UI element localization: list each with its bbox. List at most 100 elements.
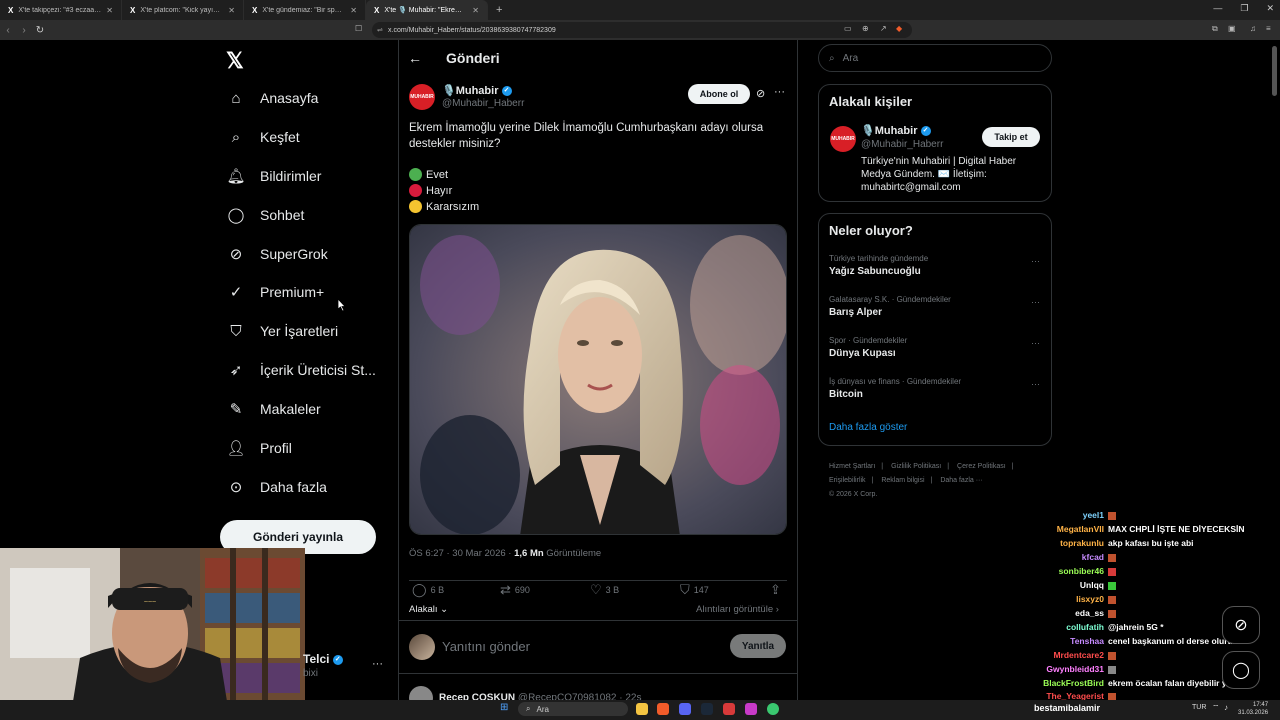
verified-badge-icon: ✓ xyxy=(920,126,931,137)
related-avatar[interactable]: MUHABIR xyxy=(830,126,856,152)
repost-action[interactable]: ⇄ 690 xyxy=(500,582,530,598)
nav-notifications[interactable]: 🔔︎ Bildirimler xyxy=(226,164,321,188)
back-arrow-icon[interactable]: ← xyxy=(408,50,422,66)
trend-item[interactable]: Galatasaray S.K. · Gündemdekiler Barış Al… xyxy=(829,295,1044,318)
reply-input[interactable]: Yanıtını gönder xyxy=(442,639,530,654)
author-handle[interactable]: @Muhabir_Haberr xyxy=(442,98,524,109)
trend-item[interactable]: Spor · Gündemdekiler Dünya Kupası ··· xyxy=(829,336,1044,359)
account-name[interactable]: Telci ✓ xyxy=(303,652,343,666)
footer-link[interactable]: Reklam bilgisi xyxy=(881,477,924,484)
screen-icon[interactable]: ▭ xyxy=(844,24,852,33)
media-icon[interactable]: ♫ xyxy=(1250,24,1256,33)
trend-item[interactable]: İş dünyası ve finans · Gündemdekiler Bitc… xyxy=(829,377,1044,400)
x-logo-icon: X xyxy=(130,5,136,15)
footer-link[interactable]: Gizlilik Politikası xyxy=(891,463,941,470)
author-avatar[interactable]: MUHABIR xyxy=(409,84,435,110)
account-handle: bixi xyxy=(303,668,319,679)
close-icon[interactable]: ✕ xyxy=(228,6,235,15)
sort-dropdown[interactable]: Alakalı ⌄ xyxy=(409,604,448,615)
grok-fab-button[interactable]: ⊘ xyxy=(1222,606,1260,644)
extension-icon[interactable]: ⧉ xyxy=(1212,24,1218,34)
share-action[interactable]: ⇪ xyxy=(770,582,781,598)
like-action[interactable]: ♡ 3 B xyxy=(590,582,619,598)
search-icon: ⌕ xyxy=(231,128,241,146)
nav-profile[interactable]: 👤︎ Profil xyxy=(226,436,291,460)
browser-tab-active[interactable]: XX'te 🎙️ Muhabir: "Ekrem İmamoğ…✕ xyxy=(366,0,488,20)
nav-articles[interactable]: ✎ Makaleler xyxy=(226,397,321,421)
trend-item[interactable]: Türkiye tarihinde gündemde Yağız Sabuncuo… xyxy=(829,254,1044,277)
new-tab-button[interactable]: + xyxy=(488,4,510,16)
reply-action[interactable]: ◯ 6 B xyxy=(412,582,444,598)
bookmark-action[interactable]: ⛉ 147 xyxy=(680,582,709,598)
footer-link[interactable]: Daha fazla ··· xyxy=(940,477,982,484)
post-image[interactable] xyxy=(409,224,787,535)
windows-start-icon[interactable]: ⊞ xyxy=(500,702,508,713)
streamer-name: bestamibalamir xyxy=(1034,703,1101,713)
more-options-icon[interactable]: ··· xyxy=(1031,297,1040,307)
back-nav-icon[interactable]: ‹ xyxy=(0,25,16,36)
emote-icon xyxy=(1108,609,1116,618)
follow-button[interactable]: Takip et xyxy=(982,127,1040,147)
account-more-icon[interactable]: ··· xyxy=(372,658,383,670)
close-icon[interactable]: ✕ xyxy=(106,6,113,15)
related-handle[interactable]: @Muhabir_Haberr xyxy=(861,139,943,150)
browser-tab[interactable]: XX'te gündemiaz: "Bir spor salonu zinc…✕ xyxy=(244,0,366,20)
taskbar-search[interactable]: ⌕ Ara xyxy=(518,702,628,716)
related-name[interactable]: 🎙️Muhabir ✓ xyxy=(861,124,931,137)
taskbar-clock[interactable]: 17:47 31.03.2026 xyxy=(1238,701,1268,717)
brave-browser-icon[interactable] xyxy=(657,703,669,715)
author-name[interactable]: 🎙️Muhabir ✓ xyxy=(442,84,512,97)
close-icon[interactable]: ✕ xyxy=(472,6,479,15)
nav-more[interactable]: ⊙ Daha fazla xyxy=(226,475,327,499)
forward-nav-icon[interactable]: › xyxy=(16,25,32,36)
file-explorer-icon[interactable] xyxy=(636,703,648,715)
zoom-icon[interactable]: ⊕ xyxy=(862,24,869,33)
share-icon[interactable]: ↗ xyxy=(880,24,887,33)
subscribe-button[interactable]: Abone ol xyxy=(688,84,750,104)
browser-tab[interactable]: XX'te takipçezi: "#3 eczaagurozel (Ö…✕ xyxy=(0,0,122,20)
nav-explore[interactable]: ⌕ Keşfet xyxy=(226,125,300,149)
volume-icon[interactable]: ♪ xyxy=(1224,703,1228,712)
footer-link[interactable]: Hizmet Şartları xyxy=(829,463,875,470)
show-more-link[interactable]: Daha fazla göster xyxy=(829,422,907,433)
wallet-icon[interactable]: ▣ xyxy=(1228,24,1236,33)
bookmark-page-icon[interactable]: ☐ xyxy=(355,24,362,33)
nav-chat[interactable]: ◯ Sohbet xyxy=(226,203,305,227)
more-options-icon[interactable]: ··· xyxy=(1031,256,1040,266)
menu-icon[interactable]: ≡ xyxy=(1266,24,1271,33)
trends-card: Neler oluyor? xyxy=(818,213,1052,446)
close-window-icon[interactable]: ✕ xyxy=(1266,3,1274,14)
close-icon[interactable]: ✕ xyxy=(350,6,357,15)
minimize-icon[interactable]: — xyxy=(1213,3,1222,14)
app-icon[interactable] xyxy=(767,703,779,715)
app-icon[interactable] xyxy=(723,703,735,715)
view-quotes-link[interactable]: Alıntıları görüntüle › xyxy=(696,604,779,615)
x-logo-icon[interactable]: 𝕏 xyxy=(226,48,244,74)
search-input[interactable]: ⌕ Ara xyxy=(818,44,1052,72)
reply-button[interactable]: Yanıtla xyxy=(730,634,786,658)
nav-creator-studio[interactable]: ➶ İçerik Üreticisi St... xyxy=(226,358,376,382)
app-icon[interactable] xyxy=(745,703,757,715)
nav-bookmarks[interactable]: ⛉ Yer İşaretleri xyxy=(226,319,338,343)
reload-icon[interactable]: ↻ xyxy=(32,25,48,36)
discord-icon[interactable] xyxy=(679,703,691,715)
footer-link[interactable]: Erişilebilirlik xyxy=(829,477,866,484)
more-options-icon[interactable]: ··· xyxy=(774,86,785,98)
more-options-icon[interactable]: ··· xyxy=(1031,379,1040,389)
grok-icon[interactable]: ⊘ xyxy=(756,87,765,100)
messages-fab-button[interactable]: ◯ xyxy=(1222,651,1260,689)
restore-icon[interactable]: ❐ xyxy=(1240,3,1248,14)
network-icon[interactable]: ⌔ xyxy=(1212,703,1220,713)
browser-tab[interactable]: XX'te platcom: "Kick yayıncısı skyrain…✕ xyxy=(122,0,244,20)
nav-premium[interactable]: ✓ Premium+ xyxy=(226,280,324,304)
footer-link[interactable]: Çerez Politikası xyxy=(957,463,1006,470)
nav-home[interactable]: ⌂ Anasayfa xyxy=(226,86,318,110)
scrollbar[interactable] xyxy=(1272,46,1277,96)
url-bar[interactable]: ⇌ x.com/Muhabir_Haberr/status/20386393807… xyxy=(372,22,912,38)
nav-supergrok[interactable]: ⊘ SuperGrok xyxy=(226,242,328,266)
language-indicator[interactable]: TUR xyxy=(1192,704,1206,711)
steam-icon[interactable] xyxy=(701,703,713,715)
brave-shield-icon[interactable]: ◆ xyxy=(896,24,902,33)
more-options-icon[interactable]: ··· xyxy=(1031,338,1040,348)
site-info-icon[interactable]: ⇌ xyxy=(377,26,383,34)
